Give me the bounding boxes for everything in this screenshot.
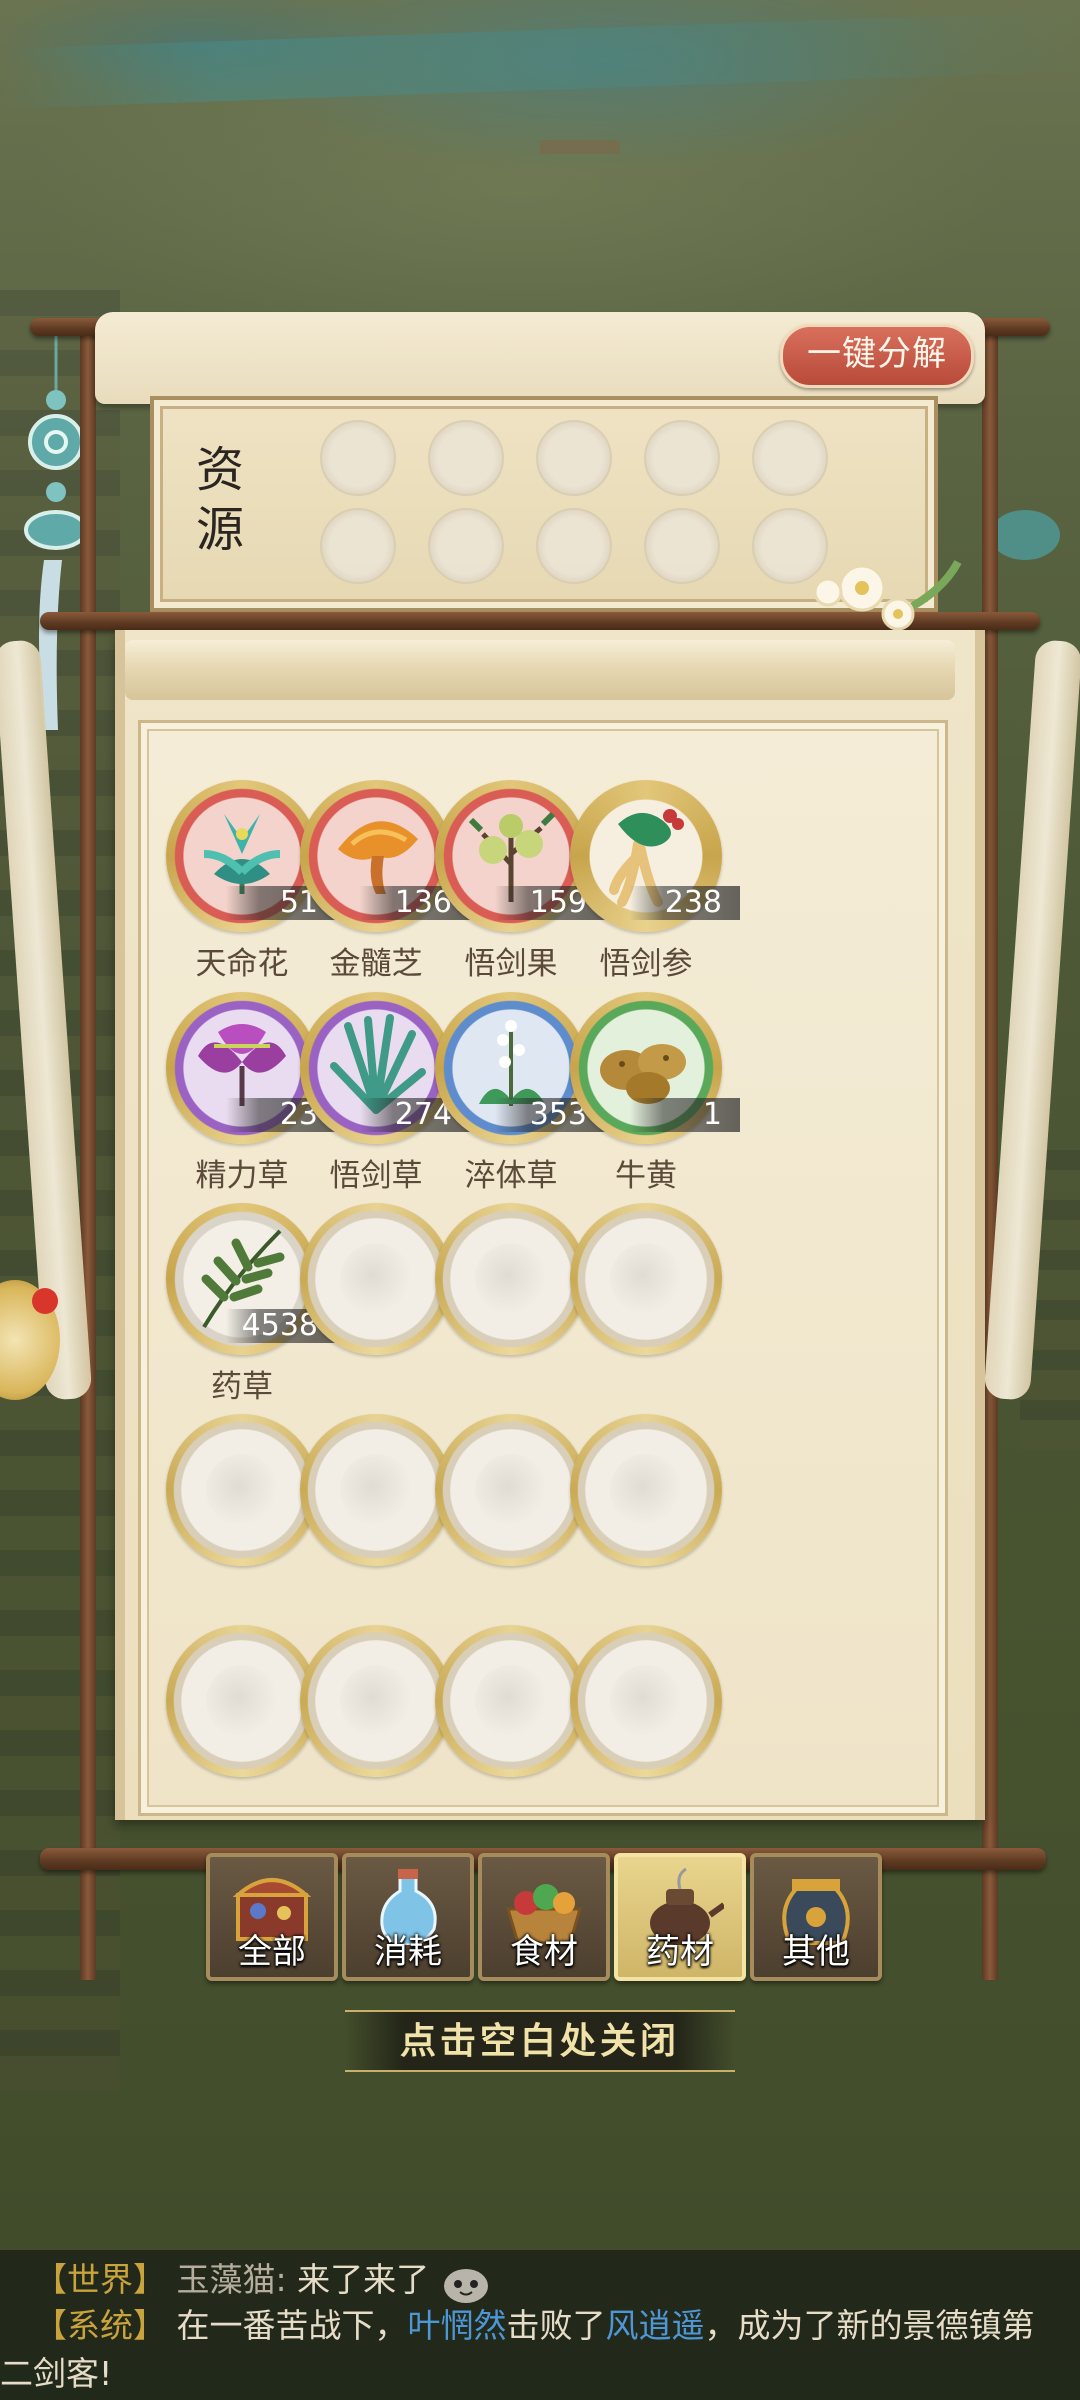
tab-label: 全部 <box>238 1932 306 1972</box>
tab-label: 消耗 <box>374 1932 442 1972</box>
chat-text: 二剑客! <box>0 2354 113 2393</box>
empty-slot-placeholder-icon <box>475 1665 547 1737</box>
empty-slot-placeholder-icon <box>475 1243 547 1315</box>
pond <box>990 510 1060 560</box>
resource-slot[interactable] <box>428 420 504 496</box>
resource-slot[interactable] <box>536 508 612 584</box>
empty-item-slot[interactable] <box>566 1625 726 1825</box>
empty-slot-placeholder-icon <box>206 1454 278 1526</box>
resource-slot[interactable] <box>536 420 612 496</box>
resource-slot[interactable] <box>320 420 396 496</box>
chat-line-system: 【系统】 在一番苦战下，叶惘然击败了风逍遥，成为了新的景德镇第二剑客! <box>0 2302 1054 2398</box>
resource-slot[interactable] <box>428 508 504 584</box>
chat-bar[interactable]: 【世界】 玉藻猫: 来了来了 【系统】 在一番苦战下，叶惘然击败了风逍遥，成为了… <box>0 2250 1080 2400</box>
inventory-item[interactable]: 238 悟剑参 <box>566 780 740 982</box>
frame-post-left <box>80 330 96 1980</box>
notification-dot <box>32 1288 58 1314</box>
tab-all[interactable]: 全部 <box>206 1853 338 1981</box>
resource-slot[interactable] <box>644 508 720 584</box>
empty-slot-placeholder-icon <box>475 1454 547 1526</box>
tab-label: 药材 <box>646 1932 714 1972</box>
cat-emoji-icon <box>443 2268 488 2303</box>
empty-slot-placeholder-icon <box>340 1454 412 1526</box>
empty-item-slot[interactable] <box>566 1203 726 1403</box>
tab-label: 其他 <box>782 1932 850 1972</box>
white-flowers-decoration-icon <box>813 560 962 631</box>
item-name: 悟剑参 <box>599 946 693 982</box>
empty-item-slot[interactable] <box>566 1414 726 1614</box>
scroll-top-roll <box>125 640 955 700</box>
chat-text: 击败了 <box>506 2306 606 2345</box>
close-hint[interactable]: 点击空白处关闭 <box>345 2010 735 2072</box>
tab-consumable[interactable]: 消耗 <box>342 1853 474 1981</box>
tab-herb[interactable]: 药材 <box>614 1853 746 1981</box>
chat-speaker[interactable]: 玉藻猫: <box>177 2260 287 2299</box>
empty-slot-placeholder-icon <box>610 1454 682 1526</box>
empty-slot-placeholder-icon <box>610 1665 682 1737</box>
resource-slot[interactable] <box>320 508 396 584</box>
tab-label: 食材 <box>510 1932 578 1972</box>
chat-tag-system: 【系统】 <box>34 2306 166 2345</box>
empty-slot-placeholder-icon <box>340 1243 412 1315</box>
resource-label: 资源 <box>196 442 245 558</box>
empty-slot-placeholder-icon <box>610 1243 682 1315</box>
empty-slot-placeholder-icon <box>206 1665 278 1737</box>
player-name-link[interactable]: 叶惘然 <box>408 2306 507 2345</box>
one-click-decompose-button[interactable]: 一键分解 <box>780 324 974 388</box>
item-count: 238 <box>630 886 740 920</box>
item-count: 1 <box>630 1098 740 1132</box>
player-name-link[interactable]: 风逍遥 <box>606 2306 705 2345</box>
item-name: 牛黄 <box>615 1158 677 1194</box>
chat-tag-world: 【世界】 <box>34 2260 166 2299</box>
resource-slot[interactable] <box>644 420 720 496</box>
tab-other[interactable]: 其他 <box>750 1853 882 1981</box>
chat-text: 在一番苦战下， <box>176 2306 408 2345</box>
inventory-item[interactable]: 1 牛黄 <box>566 992 740 1194</box>
bridge <box>540 140 620 154</box>
chat-line-world: 【世界】 玉藻猫: 来了来了 <box>34 2256 492 2304</box>
resource-slot[interactable] <box>752 420 828 496</box>
chat-text: ，成为了新的景德镇第 <box>704 2306 1035 2345</box>
empty-slot-placeholder-icon <box>340 1665 412 1737</box>
chat-message: 来了来了 <box>297 2260 430 2299</box>
tab-ingredient[interactable]: 食材 <box>478 1853 610 1981</box>
